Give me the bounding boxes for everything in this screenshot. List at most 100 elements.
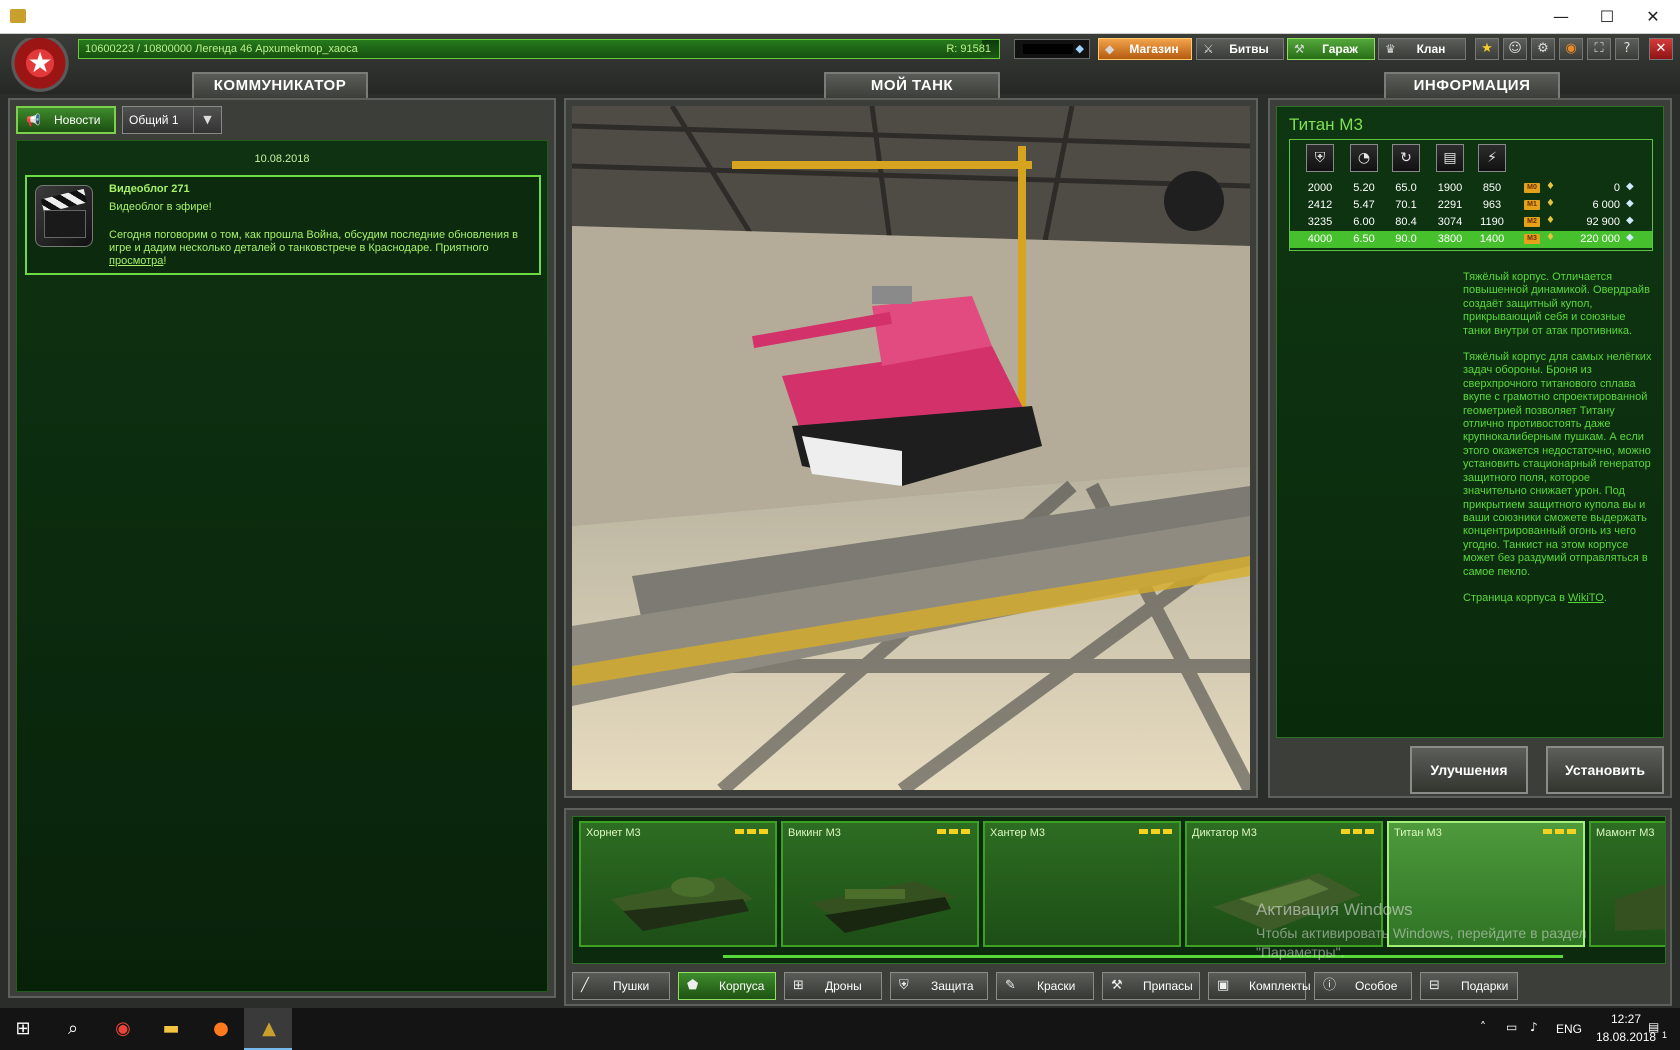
category-special[interactable]: ⓘ Особое — [1314, 972, 1412, 1000]
megaphone-icon: 📢 — [26, 113, 41, 127]
network-icon[interactable]: ▭ — [1506, 1020, 1517, 1034]
category-hulls[interactable]: ⬟ Корпуса — [678, 972, 776, 1000]
description-paragraph-1: Тяжёлый корпус. Отличается повышенной ди… — [1463, 271, 1650, 337]
info-panel: Титан М3 ⛨ ◔ ↻ ▤ ⚡ 2000 5.20 65.0 1900 8… — [1268, 98, 1672, 798]
my-tank-panel — [564, 98, 1258, 798]
app-window: { "window": { "minimize": "—", "maximize… — [0, 0, 1680, 1050]
rank-icon: ♦ — [1546, 232, 1555, 243]
category-label: Припасы — [1143, 979, 1193, 993]
firefox-icon[interactable]: ● — [208, 1016, 234, 1042]
os-title-bar: — ☐ ✕ — [0, 0, 1680, 34]
garage-button[interactable]: ⚒ Гараж — [1287, 38, 1375, 60]
stat-turn: 80.4 — [1395, 216, 1417, 228]
fullscreen-icon[interactable]: ⛶ — [1587, 38, 1611, 60]
category-drones[interactable]: ⊞ Дроны — [784, 972, 882, 1000]
carousel-card[interactable]: Хорнет М3 — [579, 821, 777, 947]
card-name: Хорнет М3 — [586, 827, 641, 839]
exclamation-icon: ⓘ — [1323, 978, 1337, 993]
description-paragraph-2: Тяжёлый корпус для самых нелёгких задач … — [1463, 351, 1652, 578]
modification-badge: M2 — [1524, 217, 1540, 227]
carousel-card[interactable]: Хантер М3 — [983, 821, 1181, 947]
language-indicator[interactable]: ENG — [1556, 1022, 1582, 1036]
notifications-icon[interactable]: ▤ — [1648, 1020, 1659, 1034]
modification-badge: M1 — [1524, 200, 1540, 210]
sound-icon[interactable]: ◉ — [1559, 38, 1583, 60]
settings-gear-icon[interactable]: ⚙ — [1531, 38, 1555, 60]
file-explorer-icon[interactable]: ▬ — [158, 1016, 184, 1042]
category-label: Дроны — [825, 979, 862, 993]
news-watch-link[interactable]: просмотра — [109, 255, 163, 267]
carousel-card[interactable]: Викинг М3 — [781, 821, 979, 947]
maximize-button[interactable]: ☐ — [1584, 0, 1630, 34]
volume-icon[interactable]: ♪ — [1530, 1020, 1538, 1034]
equip-button[interactable]: Установить — [1546, 746, 1664, 794]
category-guns[interactable]: ╱ Пушки — [572, 972, 670, 1000]
item-carousel-panel: Хорнет М3 Викинг М3 Хантер М3 Диктатор М… — [564, 808, 1672, 1006]
garage-3d-viewport[interactable] — [572, 106, 1250, 790]
price: 6 000 — [1592, 199, 1620, 211]
battles-button[interactable]: ⚔ Битвы — [1196, 38, 1284, 60]
windows-start-icon[interactable]: ⊞ — [10, 1016, 36, 1042]
category-label: Корпуса — [719, 979, 765, 993]
tab-my-tank[interactable]: МОЙ ТАНК — [824, 72, 1000, 98]
game-taskbar-app[interactable]: ▲ — [244, 1008, 292, 1050]
hull-description: Тяжёлый корпус. Отличается повышенной ди… — [1463, 271, 1653, 618]
news-button[interactable]: 📢 Новости — [16, 106, 116, 134]
minimize-button[interactable]: — — [1538, 0, 1584, 34]
shop-button[interactable]: ◆ Магазин — [1098, 38, 1192, 60]
stat-speed: 6.00 — [1353, 216, 1375, 228]
exit-game-icon[interactable]: ✕ — [1649, 38, 1673, 60]
stat-row-m1[interactable]: 2412 5.47 70.1 2291 963 M1 ♦ 6 000 ◆ — [1290, 197, 1652, 214]
wiki-link-line: Страница корпуса в WikiTO. — [1463, 592, 1653, 605]
clock-date[interactable]: 18.08.2018 — [1596, 1030, 1656, 1044]
stat-power: 963 — [1482, 199, 1502, 211]
stat-weight: 3074 — [1437, 216, 1463, 228]
shield-icon: ⛨ — [899, 978, 909, 993]
news-date: 10.08.2018 — [254, 153, 310, 165]
news-body-end: ! — [163, 255, 167, 267]
category-label: Защита — [931, 979, 974, 993]
news-title: Видеоблог 271 — [109, 183, 190, 195]
crystals-counter[interactable]: ◆ — [1014, 39, 1090, 59]
diamond-icon: ◆ — [1105, 42, 1115, 56]
clock-time[interactable]: 12:27 — [1596, 1012, 1656, 1026]
category-supplies[interactable]: ⚒ Припасы — [1102, 972, 1200, 1000]
medal-icon: ♛ — [1385, 42, 1396, 56]
clan-button[interactable]: ♛ Клан — [1378, 38, 1466, 60]
stat-armor: 2000 — [1307, 182, 1333, 194]
news-item[interactable]: Видеоблог 271 Видеоблог в эфире! Сегодня… — [25, 175, 541, 275]
stat-weight: 1900 — [1437, 182, 1463, 194]
stat-weight: 2291 — [1437, 199, 1463, 211]
close-window-button[interactable]: ✕ — [1630, 0, 1676, 34]
search-icon[interactable]: ⌕ — [60, 1016, 86, 1042]
modification-badge: M0 — [1524, 183, 1540, 193]
rank-emblem-icon[interactable]: ★ — [6, 38, 74, 94]
stat-row-m3-selected[interactable]: 4000 6.50 90.0 3800 1400 M3 ♦ 220 000 ◆ — [1290, 231, 1652, 248]
wrench-icon: ⚒ — [1111, 978, 1123, 993]
wiki-link[interactable]: WikiTO — [1568, 592, 1604, 604]
tab-info[interactable]: ИНФОРМАЦИЯ — [1384, 72, 1560, 98]
tray-chevron-icon[interactable]: ˄ — [1480, 1020, 1486, 1034]
news-feed: 10.08.2018 Видеоблог 271 Видеоблог в эфи… — [16, 140, 548, 992]
channel-select[interactable]: Общий 1 ▼ — [122, 106, 222, 134]
stat-row-m2[interactable]: 3235 6.00 80.4 3074 1190 M2 ♦ 92 900 ◆ — [1290, 214, 1652, 231]
category-paints[interactable]: ✎ Краски — [996, 972, 1094, 1000]
stat-armor: 2412 — [1307, 199, 1333, 211]
tab-communicator[interactable]: КОММУНИКАТОР — [192, 72, 368, 98]
help-icon[interactable]: ? — [1615, 38, 1639, 60]
friends-icon[interactable]: ☺ — [1503, 38, 1527, 60]
weight-icon: ▤ — [1436, 144, 1464, 172]
category-kits[interactable]: ▣ Комплекты — [1208, 972, 1311, 1000]
news-button-label: Новости — [54, 113, 101, 127]
stat-row-m0[interactable]: 2000 5.20 65.0 1900 850 M0 ♦ 0 ◆ — [1290, 180, 1652, 197]
wiki-link-prefix: Страница корпуса в — [1463, 591, 1568, 604]
category-gifts[interactable]: ⊟ Подарки — [1420, 972, 1518, 1000]
stat-power: 1400 — [1479, 233, 1505, 245]
game-app-icon — [10, 9, 26, 23]
battles-label: Битвы — [1229, 42, 1269, 56]
category-protection[interactable]: ⛨ Защита — [890, 972, 988, 1000]
card-name: Хантер М3 — [990, 827, 1046, 839]
upgrades-button[interactable]: Улучшения — [1410, 746, 1528, 794]
chrome-icon[interactable]: ◉ — [110, 1016, 136, 1042]
favorites-star-icon[interactable]: ★ — [1475, 38, 1499, 60]
